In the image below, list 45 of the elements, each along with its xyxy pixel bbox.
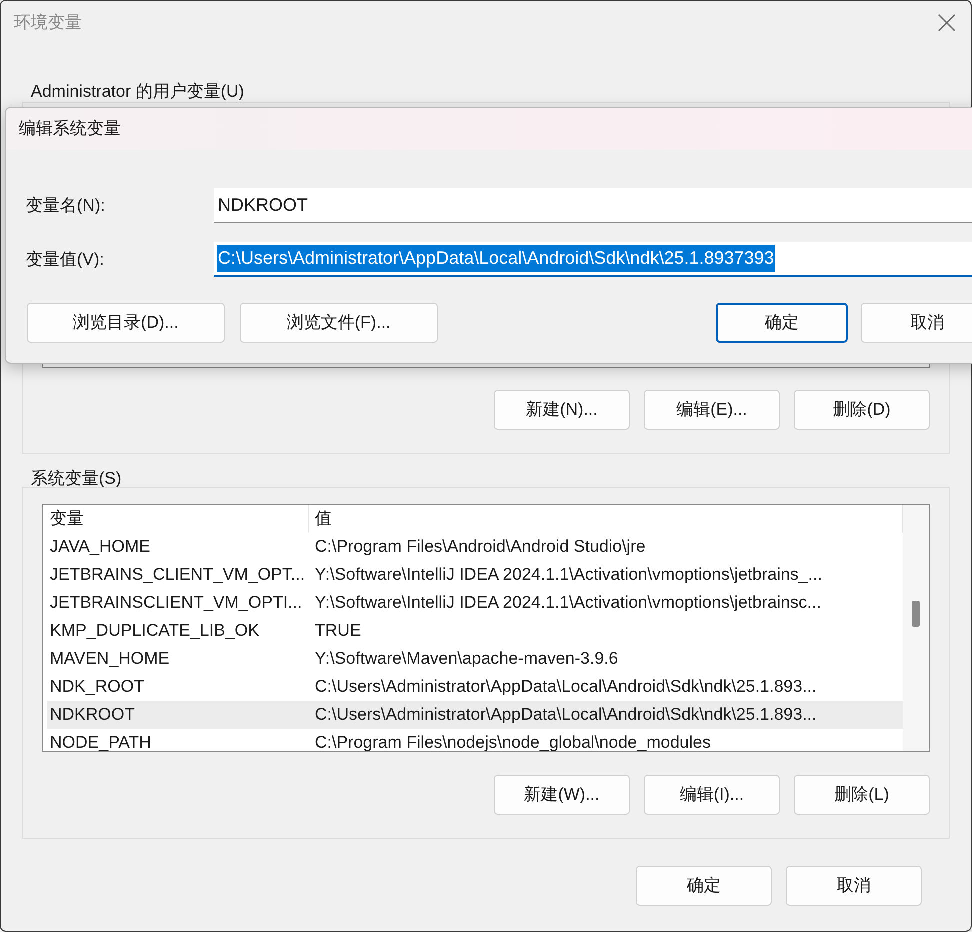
- dialog-button[interactable]: 取消: [786, 866, 922, 906]
- variable-value: C:\Program Files\Android\Android Studio\jre: [314, 536, 646, 558]
- dialog-button[interactable]: 新建(W)...: [494, 775, 630, 815]
- dialog-button[interactable]: 确定: [636, 866, 772, 906]
- scrollbar[interactable]: [903, 505, 929, 751]
- group-label: 系统变量(S): [30, 468, 123, 490]
- column-header[interactable]: 变量: [43, 505, 309, 533]
- table-row[interactable]: JETBRAINSCLIENT_VM_OPTI... Y:\Software\IntelliJ IDEA 2024.1.1\Activation\vmoptions\jetbrainsc...: [47, 589, 903, 617]
- variable-name: JAVA_HOME: [49, 536, 152, 558]
- dialog-button[interactable]: 新建(N)...: [494, 390, 630, 430]
- dialog-button[interactable]: 编辑(E)...: [644, 390, 780, 430]
- scrollbar-thumb[interactable]: [912, 601, 920, 627]
- variable-value: C:\Users\Administrator\AppData\Local\Android\Sdk\ndk\25.1.893...: [314, 704, 817, 726]
- variable-name: MAVEN_HOME: [49, 648, 171, 670]
- input-field[interactable]: NDKROOT: [214, 188, 972, 223]
- variable-value: Y:\Software\IntelliJ IDEA 2024.1.1\Activation\vmoptions\jetbrainsc...: [314, 592, 822, 614]
- dialog-button[interactable]: 浏览目录(D)...: [27, 303, 225, 343]
- variable-value: Y:\Software\Maven\apache-maven-3.9.6: [314, 648, 618, 670]
- dialog-button[interactable]: 删除(D): [794, 390, 930, 430]
- close-icon[interactable]: [938, 14, 956, 32]
- variable-name: JETBRAINSCLIENT_VM_OPTI...: [49, 592, 304, 614]
- table-row[interactable]: NDK_ROOT C:\Users\Administrator\AppData\Local\Android\Sdk\ndk\25.1.893...: [47, 673, 903, 701]
- table-row[interactable]: KMP_DUPLICATE_LIB_OK TRUE: [47, 617, 903, 645]
- input-field[interactable]: C:\Users\Administrator\AppData\Local\Android\Sdk\ndk\25.1.8937393: [214, 242, 972, 277]
- variable-value: C:\Users\Administrator\AppData\Local\Android\Sdk\ndk\25.1.893...: [314, 676, 817, 698]
- field-label: 变量名(N):: [25, 194, 106, 217]
- dialog-button[interactable]: 取消: [861, 303, 972, 343]
- window-title: 环境变量: [14, 12, 82, 34]
- dialog-title: 编辑系统变量: [19, 118, 121, 140]
- table-row[interactable]: JAVA_HOME C:\Program Files\Android\Android Studio\jre: [47, 533, 903, 561]
- dialog-button[interactable]: 浏览文件(F)...: [240, 303, 438, 343]
- dialog-button[interactable]: 确定: [716, 303, 848, 343]
- variable-name: NDKROOT: [49, 704, 136, 726]
- variable-name: KMP_DUPLICATE_LIB_OK: [49, 620, 260, 642]
- variable-name: JETBRAINS_CLIENT_VM_OPT...: [49, 564, 306, 586]
- dialog-button[interactable]: 编辑(I)...: [644, 775, 780, 815]
- field-label: 变量值(V):: [25, 248, 106, 271]
- variable-value: TRUE: [314, 620, 362, 642]
- table-row[interactable]: JETBRAINS_CLIENT_VM_OPT... Y:\Software\IntelliJ IDEA 2024.1.1\Activation\vmoptions\jetbrains_...: [47, 561, 903, 589]
- table-row[interactable]: MAVEN_HOME Y:\Software\Maven\apache-maven-3.9.6: [47, 645, 903, 673]
- table-row[interactable]: NDKROOT C:\Users\Administrator\AppData\Local\Android\Sdk\ndk\25.1.893...: [47, 701, 903, 729]
- dialog-button[interactable]: 删除(L): [794, 775, 930, 815]
- variable-name: NDK_ROOT: [49, 676, 146, 698]
- group-label: Administrator 的用户变量(U): [30, 81, 246, 103]
- variable-value: Y:\Software\IntelliJ IDEA 2024.1.1\Activation\vmoptions\jetbrains_...: [314, 564, 822, 586]
